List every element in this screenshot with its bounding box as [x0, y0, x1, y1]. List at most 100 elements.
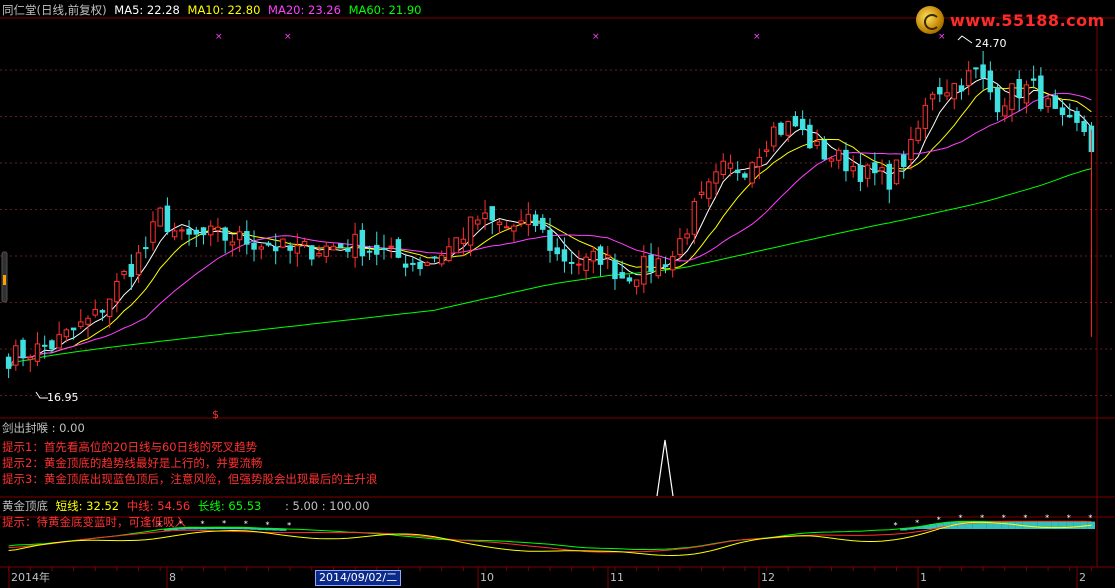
candle	[374, 231, 380, 266]
candle	[965, 61, 972, 96]
candle	[70, 327, 77, 340]
candle	[330, 243, 337, 251]
candle	[352, 222, 358, 268]
candle	[648, 243, 654, 284]
candle	[475, 215, 481, 230]
candle	[669, 251, 676, 278]
candle	[287, 242, 293, 264]
dollar-marker: $	[212, 408, 219, 421]
candle	[1038, 67, 1044, 112]
candle	[20, 337, 26, 367]
candle	[410, 257, 416, 272]
indicator2-header: 黄金顶底 短线: 32.52 中线: 54.56 长线: 65.53 : 5.0…	[2, 499, 374, 513]
candle	[590, 246, 597, 274]
candle	[799, 110, 806, 136]
candle	[568, 250, 575, 275]
candle	[482, 200, 488, 230]
candle	[34, 332, 41, 367]
star-marker: *	[915, 519, 919, 528]
blue-top-bar	[1008, 521, 1016, 529]
candle	[164, 197, 171, 235]
candle	[56, 321, 62, 349]
indicator-jianchu	[656, 439, 674, 497]
ma20-label: MA20: 23.26	[268, 3, 341, 17]
candle	[496, 219, 503, 234]
min-price-label: 16.95	[47, 391, 79, 404]
cursor-date: 2014/09/02/二	[315, 570, 402, 586]
marker-x: ×	[753, 32, 761, 42]
star-marker: *	[1002, 513, 1006, 522]
candle	[316, 245, 322, 258]
ma60-label: MA60: 21.90	[348, 3, 422, 17]
range-label: : 5.00 : 100.00	[284, 499, 370, 513]
candle	[1045, 95, 1051, 113]
tip-1: 提示1：首先看高位的20日线与60日线的死叉趋势	[2, 440, 258, 454]
blue-top-bar	[1073, 521, 1081, 529]
star-marker: *	[893, 521, 897, 530]
candle	[633, 279, 640, 295]
candle	[872, 152, 878, 186]
candle	[280, 238, 286, 249]
candle	[626, 274, 633, 284]
candle	[309, 245, 315, 266]
star-marker: *	[244, 519, 248, 528]
candle	[763, 140, 770, 157]
long-line-label: 长线: 65.53	[197, 499, 262, 513]
candle	[1016, 70, 1022, 112]
candle	[605, 245, 611, 270]
candle	[944, 79, 950, 101]
candle	[489, 206, 495, 235]
candle	[78, 309, 84, 329]
blue-top-bar	[1037, 521, 1045, 529]
candle	[143, 236, 149, 259]
candle	[706, 178, 712, 207]
star-marker: *	[958, 513, 962, 522]
candle	[554, 238, 560, 261]
candle	[251, 230, 257, 262]
candle	[150, 211, 156, 251]
candle	[511, 223, 517, 242]
blue-top-bar	[1022, 521, 1031, 529]
tip-3: 提示3：黄金顶底出现蓝色顶后，注意风险，但强势股会出现最后的主升浪	[2, 472, 378, 486]
candle	[698, 181, 705, 199]
candle	[345, 239, 351, 258]
candle	[1066, 103, 1073, 119]
candle	[929, 91, 936, 111]
candle	[135, 245, 142, 283]
candle	[742, 171, 748, 181]
candle	[973, 67, 979, 79]
star-marker: *	[201, 519, 205, 528]
candle	[171, 222, 178, 241]
star-marker: *	[265, 520, 269, 529]
candle	[785, 120, 791, 143]
candle	[843, 142, 849, 182]
mid-line-label: 中线: 54.56	[126, 499, 191, 513]
candle	[583, 253, 589, 281]
star-marker: *	[1023, 513, 1027, 522]
indicator1-header: 剑出封喉 : 0.00	[2, 421, 89, 435]
candle	[503, 220, 510, 229]
candle	[1081, 115, 1087, 136]
candle	[395, 237, 402, 259]
candle	[85, 315, 91, 338]
candle	[994, 84, 1001, 121]
star-marker: *	[1088, 514, 1092, 523]
candle	[157, 206, 163, 227]
candle	[294, 233, 301, 267]
candle	[951, 83, 957, 110]
candle	[771, 122, 777, 152]
candle	[200, 227, 207, 245]
candle	[792, 111, 799, 128]
candle	[121, 269, 127, 280]
candle	[684, 228, 690, 245]
blue-top-bar	[1080, 521, 1088, 529]
site-watermark: www.55188.com	[916, 6, 1106, 36]
candle	[525, 202, 532, 237]
candle	[1074, 107, 1080, 132]
candle	[193, 226, 200, 248]
candle	[778, 121, 784, 137]
candle	[265, 241, 272, 247]
candle	[597, 244, 604, 277]
site-logo-icon	[916, 6, 944, 34]
candle	[655, 247, 662, 279]
